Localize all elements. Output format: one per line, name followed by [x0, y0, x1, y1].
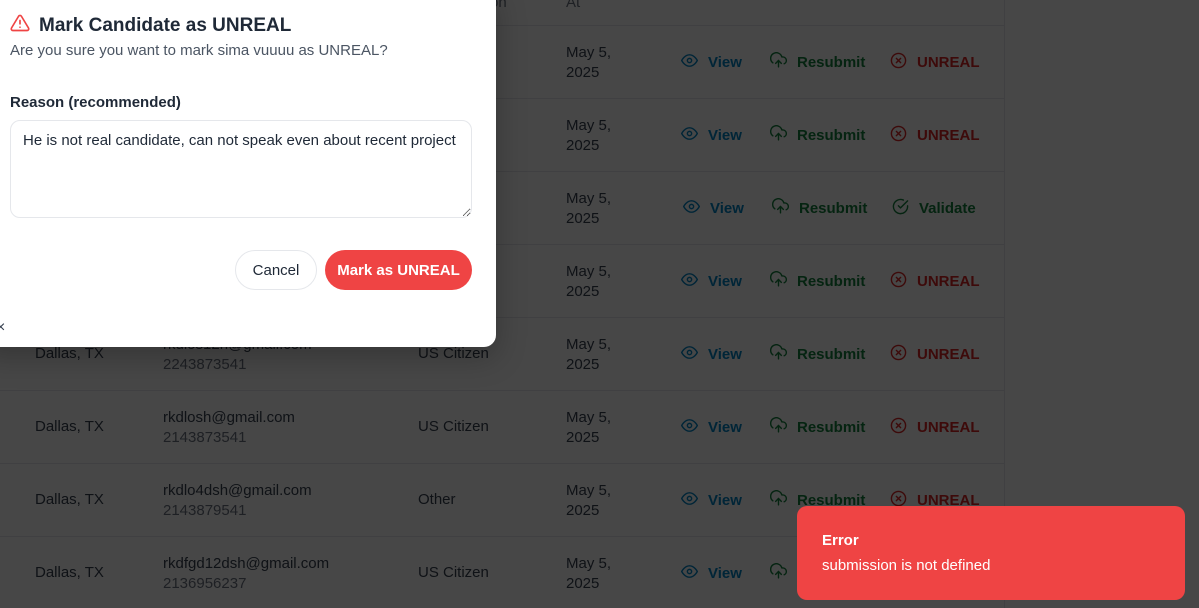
toast-message: submission is not defined — [822, 557, 991, 574]
reason-textarea[interactable]: He is not real candidate, can not speak … — [10, 120, 472, 218]
toast-title: Error — [822, 532, 859, 549]
dialog-header: Mark Candidate as UNREAL — [10, 13, 291, 38]
cancel-button[interactable]: Cancel — [235, 250, 317, 290]
mark-unreal-dialog: Mark Candidate as UNREAL Are you sure yo… — [0, 0, 496, 347]
close-icon[interactable]: × — [0, 320, 5, 336]
reason-label: Reason (recommended) — [10, 94, 181, 111]
dialog-title: Mark Candidate as UNREAL — [39, 14, 292, 36]
dialog-subtitle: Are you sure you want to mark sima vuuuu… — [10, 42, 388, 59]
warning-triangle-icon — [10, 13, 30, 38]
mark-as-unreal-button[interactable]: Mark as UNREAL — [325, 250, 472, 290]
error-toast[interactable]: Error submission is not defined — [797, 506, 1185, 600]
